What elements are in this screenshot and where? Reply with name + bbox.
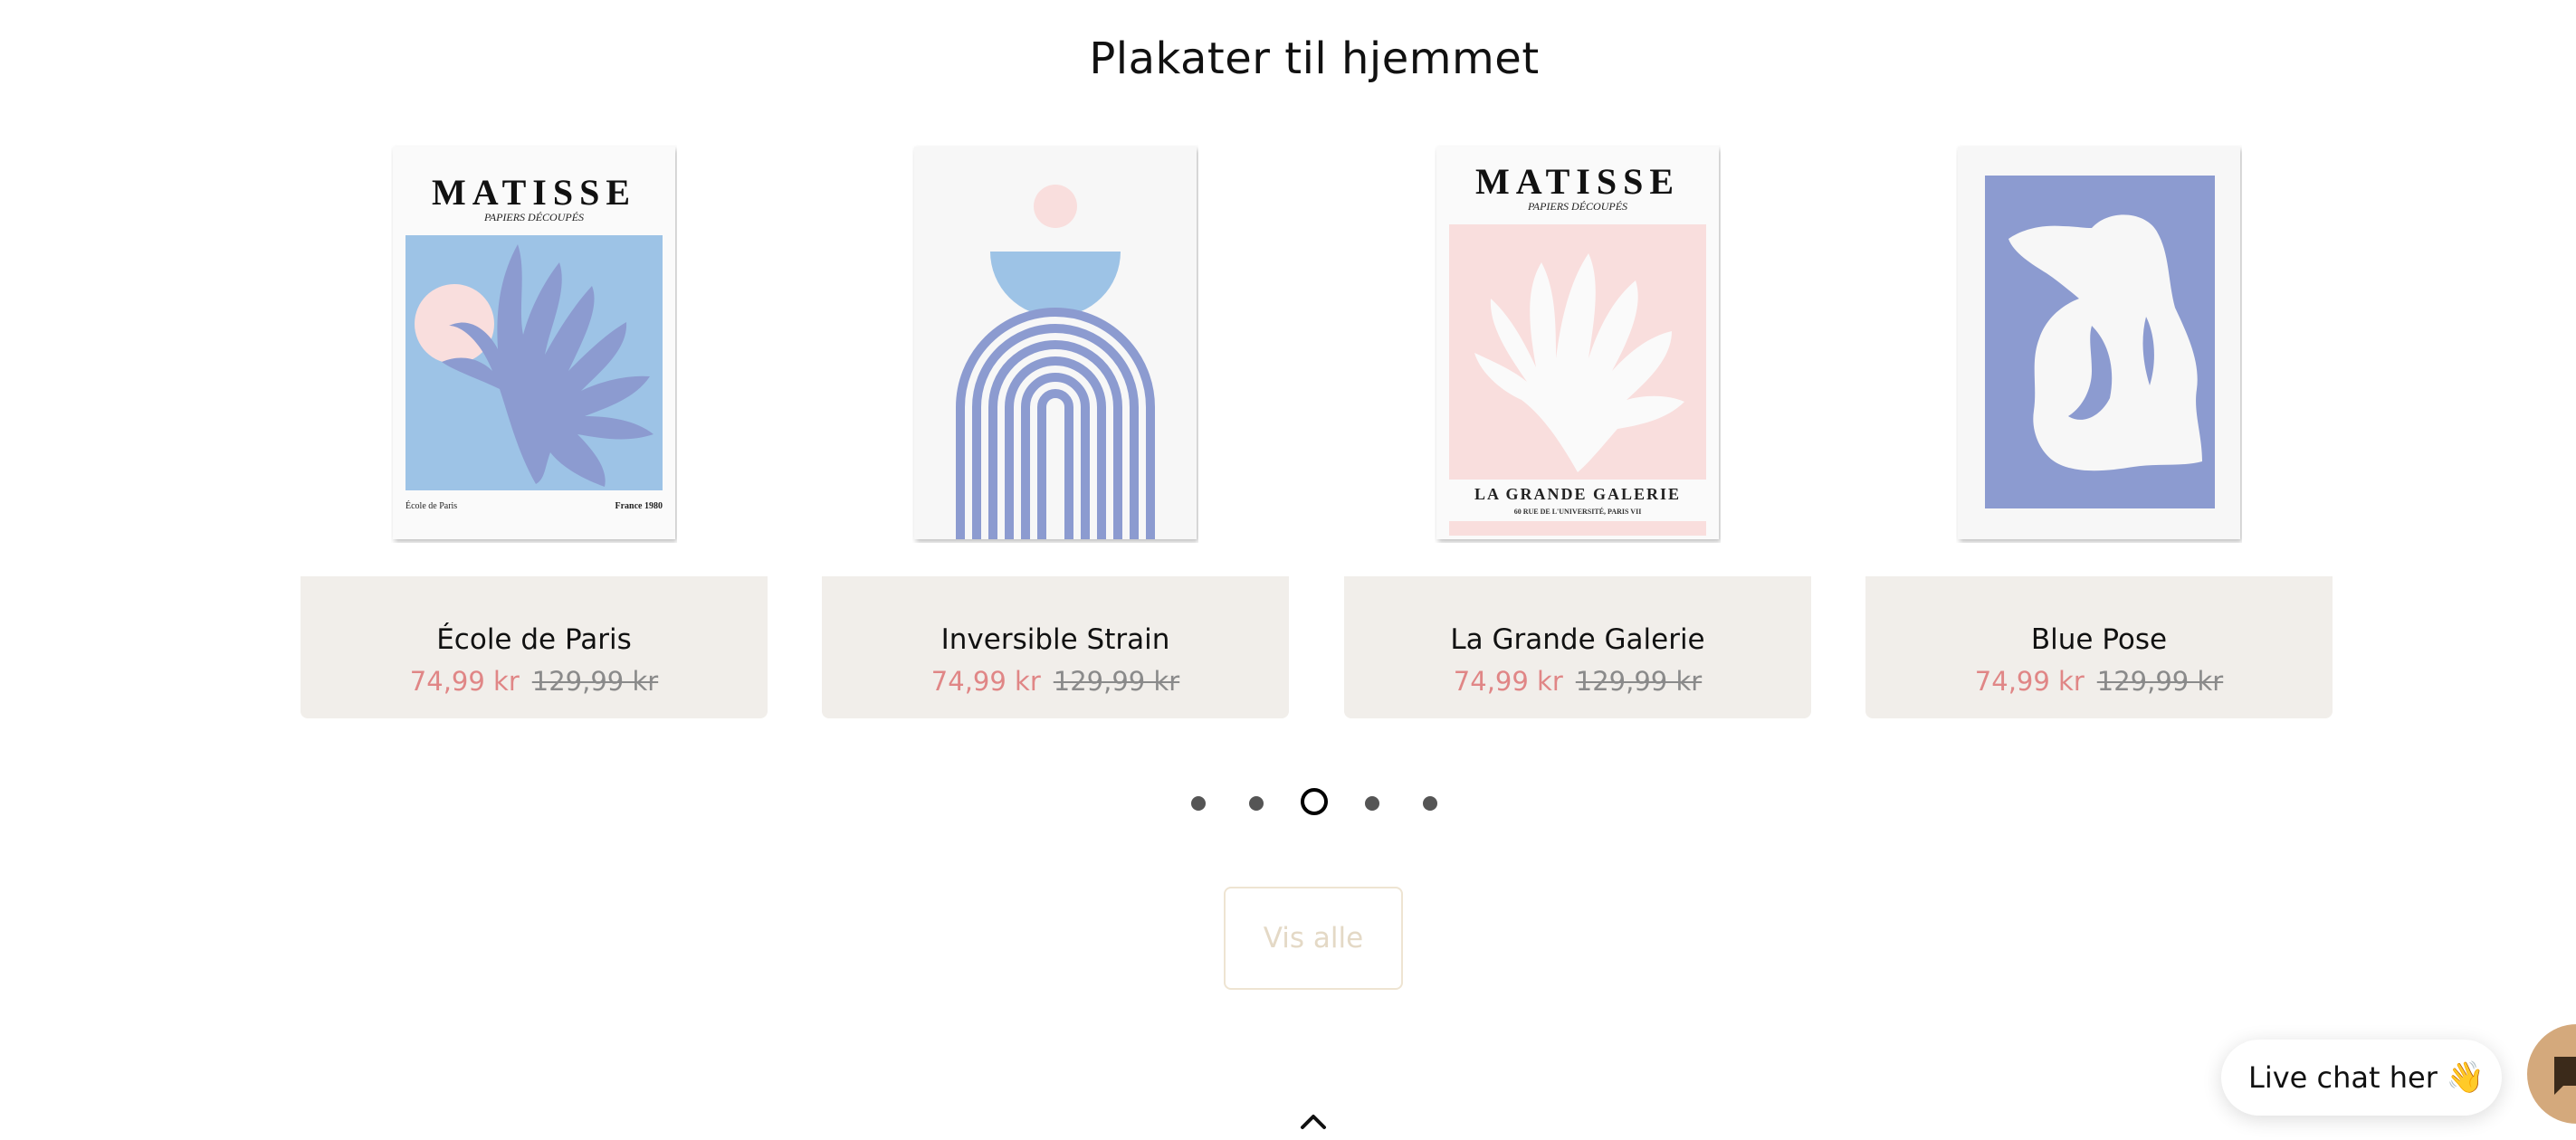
sale-price: 74,99 kr [1453, 666, 1563, 697]
product-name[interactable]: École de Paris [301, 622, 768, 658]
product-image[interactable]: MATISSE PAPIERS DÉCOUPÉS École de Paris … [301, 145, 768, 543]
poster-footer-right: France 1980 [615, 501, 663, 511]
scroll-top-button[interactable] [1297, 1107, 1330, 1135]
poster-inversible-strain [914, 147, 1197, 539]
poster-blue-pose [1958, 147, 2240, 539]
sale-price: 74,99 kr [930, 666, 1041, 697]
chat-bubble-icon [2554, 1057, 2576, 1095]
product-info[interactable]: Inversible Strain 74,99 kr 129,99 kr [822, 576, 1289, 718]
product-name[interactable]: Inversible Strain [822, 622, 1289, 658]
product-price: 74,99 kr 129,99 kr [1865, 665, 2333, 698]
product-image[interactable] [822, 145, 1289, 543]
product-price: 74,99 kr 129,99 kr [301, 665, 768, 698]
original-price: 129,99 kr [531, 666, 659, 697]
poster-subheading: PAPIERS DÉCOUPÉS [1527, 200, 1627, 213]
product-image[interactable]: MATISSE PAPIERS DÉCOUPÉS LA GRANDE GALER… [1344, 145, 1811, 543]
carousel-dot-4[interactable] [1365, 796, 1379, 811]
carousel-dot-3-active[interactable] [1301, 788, 1328, 815]
carousel-dot-2[interactable] [1249, 796, 1264, 811]
sale-price: 74,99 kr [1974, 666, 2085, 697]
sale-price: 74,99 kr [409, 666, 520, 697]
poster-subheading: PAPIERS DÉCOUPÉS [483, 211, 584, 223]
poster-footer-left: École de Paris [405, 500, 457, 511]
poster-ecole-de-paris: MATISSE PAPIERS DÉCOUPÉS École de Paris … [393, 147, 675, 539]
original-price: 129,99 kr [1575, 666, 1703, 697]
live-chat-label: Live chat her [2248, 1060, 2438, 1095]
view-all-button[interactable]: Vis alle [1224, 887, 1403, 990]
product-image[interactable] [1865, 145, 2333, 543]
product-name[interactable]: La Grande Galerie [1344, 622, 1811, 658]
carousel-dot-1[interactable] [1191, 796, 1206, 811]
poster-heading: MATISSE [1475, 161, 1680, 202]
chevron-up-icon [1301, 1115, 1326, 1129]
product-price: 74,99 kr 129,99 kr [822, 665, 1289, 698]
product-info[interactable]: École de Paris 74,99 kr 129,99 kr [301, 576, 768, 718]
original-price: 129,99 kr [2096, 666, 2224, 697]
poster-footer-sub: 60 RUE DE L'UNIVERSITÉ, PARIS VII [1514, 507, 1642, 516]
product-info[interactable]: Blue Pose 74,99 kr 129,99 kr [1865, 576, 2333, 718]
poster-footer-title: LA GRANDE GALERIE [1474, 485, 1681, 503]
product-price: 74,99 kr 129,99 kr [1344, 665, 1811, 698]
live-chat-bubble[interactable]: Live chat her 👋 [2221, 1040, 2502, 1116]
product-info[interactable]: La Grande Galerie 74,99 kr 129,99 kr [1344, 576, 1811, 718]
poster-heading: MATISSE [432, 172, 636, 213]
original-price: 129,99 kr [1053, 666, 1180, 697]
section-title: Plakater til hjemmet [1089, 33, 1540, 85]
carousel-dot-5[interactable] [1423, 796, 1437, 811]
product-name[interactable]: Blue Pose [1865, 622, 2333, 658]
chat-launcher-button[interactable] [2527, 1024, 2576, 1124]
poster-la-grande-galerie: MATISSE PAPIERS DÉCOUPÉS LA GRANDE GALER… [1436, 147, 1719, 539]
wave-emoji: 👋 [2446, 1059, 2485, 1096]
